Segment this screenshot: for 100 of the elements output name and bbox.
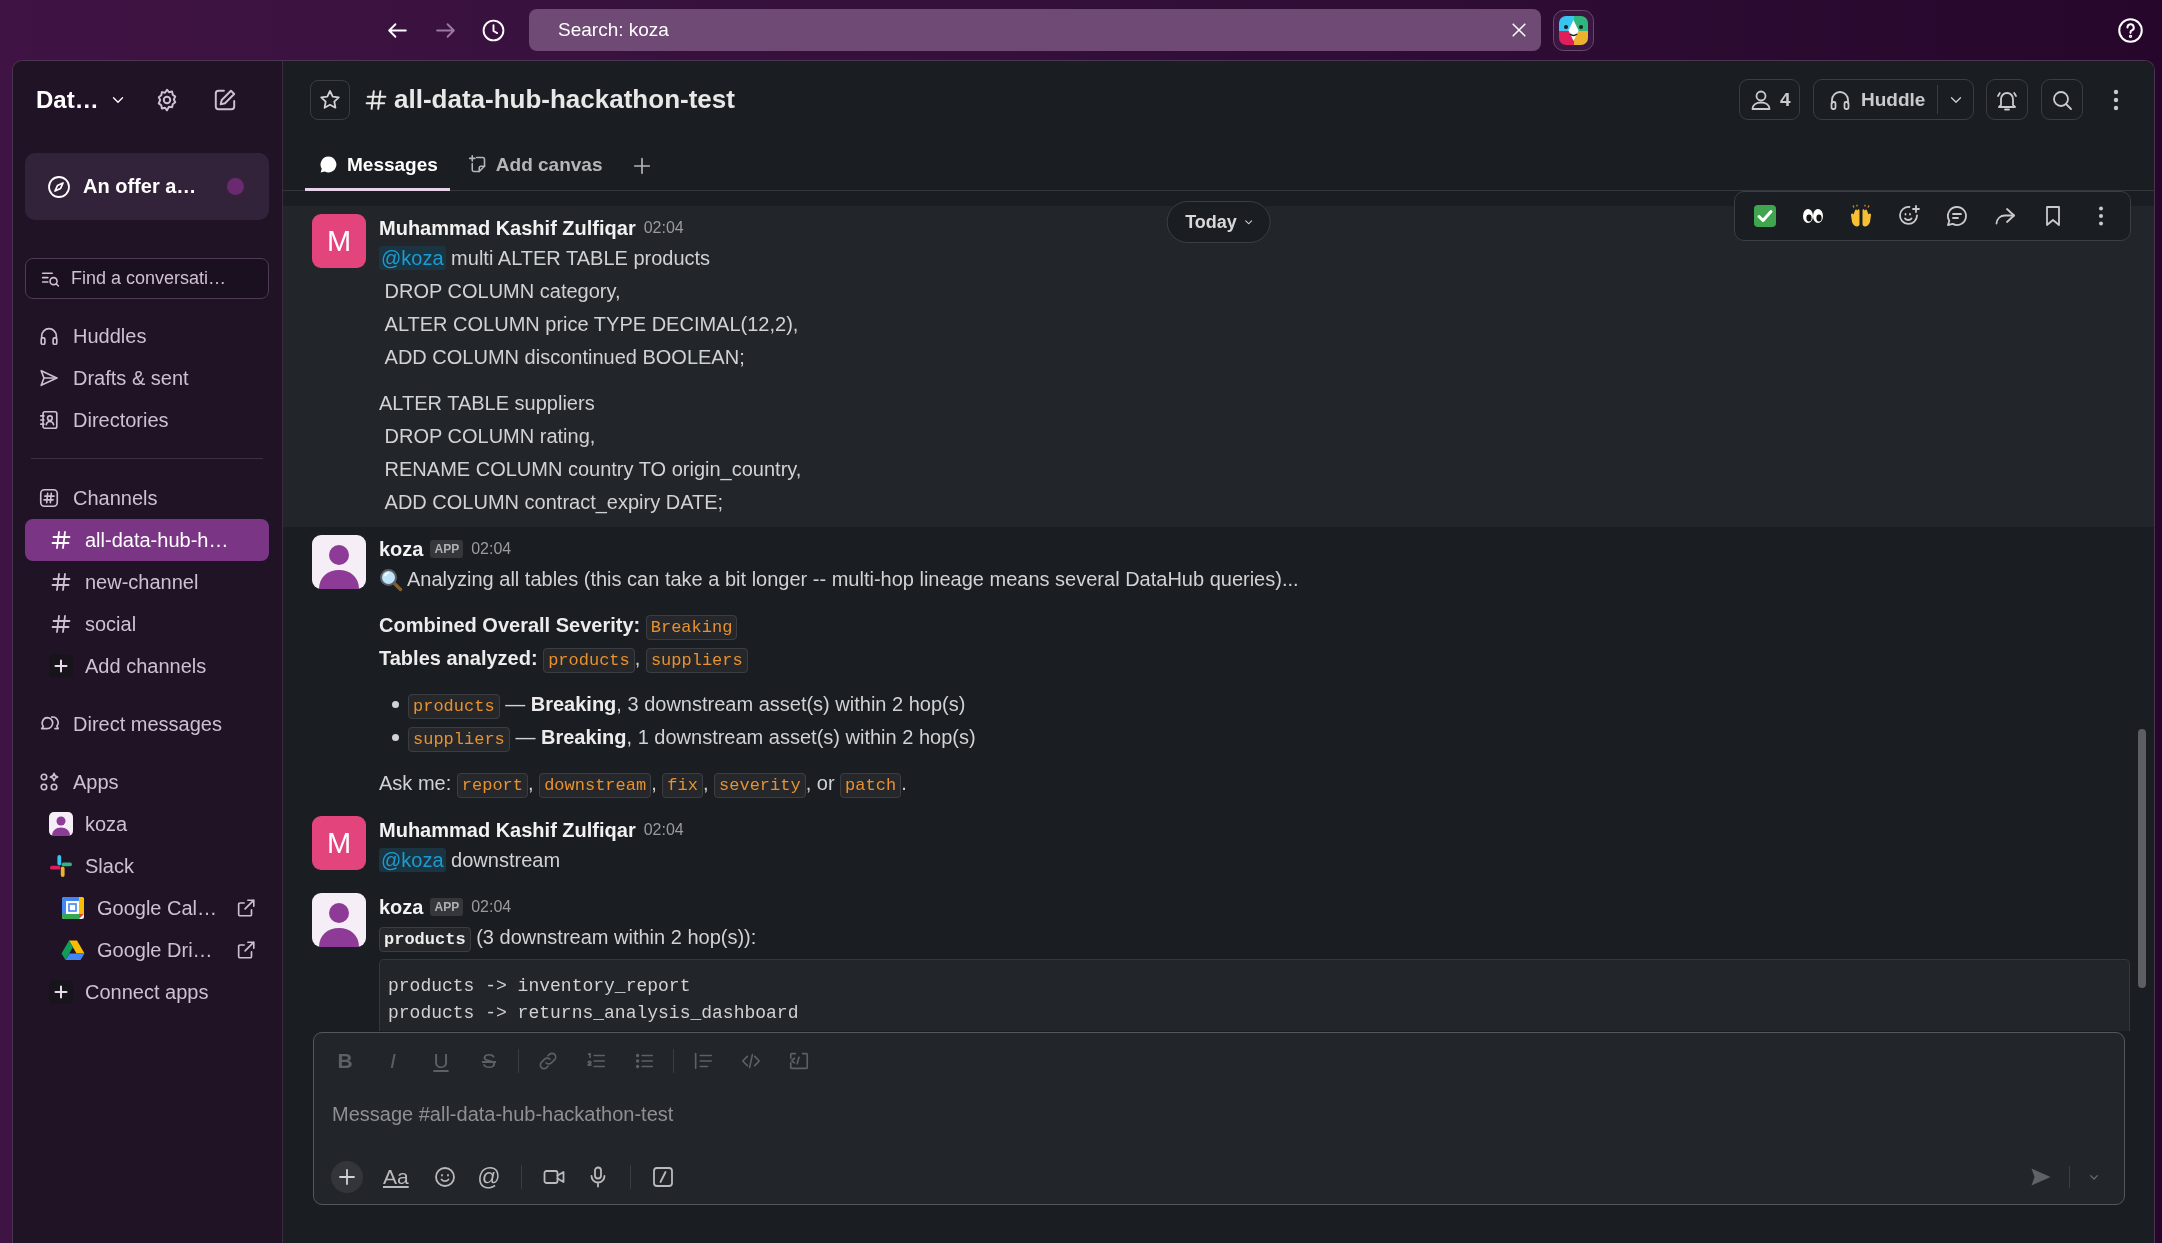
more-icon[interactable]: [2097, 204, 2105, 228]
user-avatar[interactable]: M: [312, 214, 366, 268]
sidebar-section-header[interactable]: Apps: [25, 761, 269, 803]
app-item[interactable]: koza: [25, 803, 269, 845]
connect-apps-item[interactable]: Connect apps: [25, 971, 269, 1013]
slash-command-icon[interactable]: [651, 1165, 675, 1189]
sidebar-item[interactable]: Drafts & sent: [25, 357, 269, 399]
send-icon: [38, 367, 60, 389]
check-mark-icon[interactable]: [1753, 204, 1777, 228]
channel-item[interactable]: social: [25, 603, 269, 645]
sidebar-section-header[interactable]: Direct messages: [25, 703, 269, 745]
promo-banner[interactable]: An offer a…: [25, 153, 269, 220]
chat-bubble-icon: [318, 154, 339, 175]
members-button[interactable]: 4: [1739, 79, 1800, 120]
message-text: Combined Overall Severity: Breaking: [379, 609, 738, 642]
inline-code: downstream: [539, 773, 652, 798]
channel-title-button[interactable]: all-data-hub-hackathon-test: [365, 84, 735, 115]
message-text: ADD COLUMN contract_expiry DATE;: [383, 490, 724, 516]
raised-hands-icon[interactable]: [1849, 204, 1873, 228]
sidebar-item[interactable]: Directories: [25, 399, 269, 441]
author-name[interactable]: koza: [379, 895, 424, 919]
message-text: @koza downstream: [379, 847, 561, 874]
star-button[interactable]: [310, 79, 350, 120]
inline-code: patch: [840, 773, 902, 798]
scrollbar-thumb[interactable]: [2138, 729, 2146, 988]
message-text: ADD COLUMN discontinued BOOLEAN;: [383, 345, 745, 370]
emoji-icon[interactable]: [433, 1165, 457, 1189]
app-badge: APP: [430, 540, 464, 558]
message-time[interactable]: 02:04: [471, 540, 512, 558]
inline-code: products: [408, 694, 500, 719]
thread-icon[interactable]: [1945, 204, 1969, 228]
mention-link[interactable]: @koza: [379, 246, 446, 270]
external-link-icon[interactable]: [235, 897, 257, 919]
app-badge: APP: [430, 898, 464, 916]
external-link-icon[interactable]: [235, 939, 257, 961]
apps-grid-icon: [38, 771, 60, 793]
message-text: ALTER COLUMN price TYPE DECIMAL(12,2),: [383, 312, 799, 337]
message-text: DROP COLUMN rating,: [383, 424, 596, 449]
add-reaction-icon[interactable]: [1897, 204, 1921, 228]
message-text: RENAME COLUMN country TO origin_country,: [383, 457, 802, 483]
message-time[interactable]: 02:04: [643, 821, 684, 839]
tab[interactable]: Add canvas: [453, 138, 615, 191]
tab[interactable]: Messages: [305, 138, 450, 191]
message-text: @koza multi ALTER TABLE products: [379, 245, 711, 272]
app-item[interactable]: Slack: [25, 845, 269, 887]
message-text: DROP COLUMN category,: [383, 279, 621, 304]
canvas-icon: [466, 154, 488, 175]
search-input[interactable]: Find a conversati…: [71, 263, 268, 294]
add-channels-item[interactable]: Add channels: [25, 645, 269, 687]
link-icon[interactable]: [537, 1050, 559, 1072]
inline-code: severity: [714, 773, 806, 798]
message-text: products (3 downstream within 2 hop(s)):: [379, 921, 757, 954]
app-item[interactable]: Google Cal…: [25, 887, 269, 929]
channel-item[interactable]: all-data-hub-h…: [25, 519, 269, 561]
author-name[interactable]: Muhammad Kashif Zulfiqar: [379, 216, 636, 240]
message-input[interactable]: Message #all-data-hub-hackathon-test: [314, 1089, 2124, 1139]
inline-code: report: [456, 773, 528, 798]
workspace-menu-button[interactable]: Dat…: [36, 86, 127, 114]
message-text: suppliers — Breaking, 1 downstream asset(s) within 2 hop(s): [408, 721, 976, 754]
app-logo-icon[interactable]: [1553, 9, 1594, 51]
date-divider-button[interactable]: Today: [1166, 201, 1271, 243]
person-avatar-icon: [49, 812, 73, 836]
author-name[interactable]: Muhammad Kashif Zulfiqar: [379, 818, 636, 842]
bullet-icon: [392, 701, 399, 708]
calendar-icon: [61, 896, 85, 920]
plus-icon[interactable]: [331, 1161, 363, 1193]
inline-code: fix: [662, 773, 703, 798]
search-bar[interactable]: Search: koza: [529, 9, 1541, 51]
hash-icon: [365, 88, 387, 111]
sidebar-section-header[interactable]: Channels: [25, 477, 269, 519]
message-time[interactable]: 02:04: [471, 898, 512, 916]
conversation-search-field[interactable]: Find a conversati…: [25, 258, 269, 299]
notifications-button[interactable]: [1986, 79, 2028, 120]
code-block-icon[interactable]: [788, 1050, 810, 1072]
message-composer[interactable]: B I U S Message #all-data-hub-hackathon-test Aa @: [313, 1032, 2125, 1205]
app-item[interactable]: Google Dri…: [25, 929, 269, 971]
person-avatar-icon[interactable]: [312, 535, 366, 589]
plus-icon: [49, 980, 73, 1004]
sidebar-item[interactable]: Huddles: [25, 315, 269, 357]
format-toggle-button[interactable]: Aa: [383, 1161, 413, 1193]
user-avatar[interactable]: M: [312, 816, 366, 870]
history-clock-icon[interactable]: [481, 17, 506, 43]
help-icon[interactable]: [2117, 16, 2144, 44]
person-avatar-icon[interactable]: [312, 893, 366, 947]
blockquote-icon[interactable]: [692, 1050, 714, 1072]
logo-icon: [49, 854, 73, 878]
code-line: products -> returns_analysis_dashboard: [388, 1002, 799, 1025]
message-text: Tables analyzed: products , suppliers: [379, 642, 748, 675]
message-time[interactable]: 02:04: [643, 219, 684, 237]
plus-icon: [49, 654, 73, 678]
search-button[interactable]: [2041, 79, 2083, 120]
bullet-icon: [392, 734, 399, 741]
author-name[interactable]: koza: [379, 537, 424, 561]
mention-link[interactable]: @koza: [379, 848, 446, 872]
magnifier-icon: [379, 567, 403, 592]
headphones-icon: [38, 325, 60, 347]
inline-code: suppliers: [408, 727, 510, 752]
huddle-button[interactable]: Huddle: [1813, 79, 1974, 120]
channel-item[interactable]: new-channel: [25, 561, 269, 603]
mention-button[interactable]: @: [477, 1161, 501, 1193]
